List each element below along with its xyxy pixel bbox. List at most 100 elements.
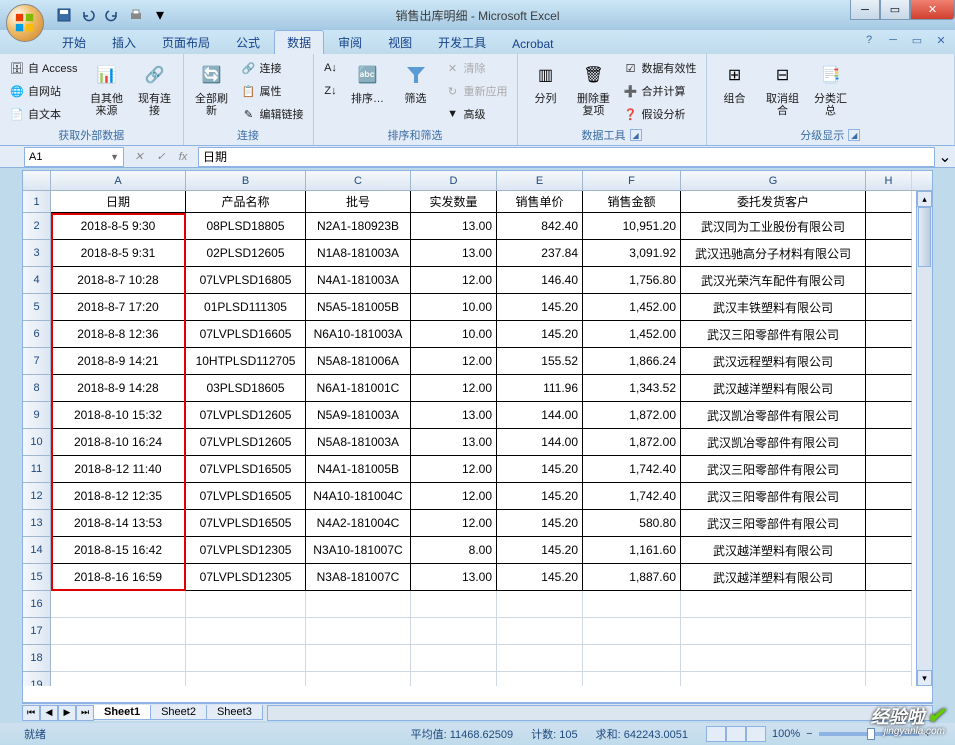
tab-1[interactable]: 插入 bbox=[100, 31, 148, 54]
cell[interactable]: 842.40 bbox=[497, 213, 583, 240]
cell[interactable]: 武汉三阳零部件有限公司 bbox=[681, 321, 866, 348]
grid-body[interactable]: 1日期产品名称批号实发数量销售单价销售金额委托发货客户22018-8-5 9:3… bbox=[23, 191, 916, 686]
cell[interactable] bbox=[51, 618, 186, 645]
horizontal-scrollbar[interactable] bbox=[267, 705, 933, 721]
row-header[interactable]: 17 bbox=[23, 618, 51, 645]
cell[interactable]: 10,951.20 bbox=[583, 213, 681, 240]
minimize-button[interactable]: ─ bbox=[850, 0, 880, 20]
cell[interactable]: 武汉丰铁塑料有限公司 bbox=[681, 294, 866, 321]
cell[interactable]: 1,452.00 bbox=[583, 294, 681, 321]
cell[interactable]: 237.84 bbox=[497, 240, 583, 267]
cell[interactable] bbox=[866, 618, 912, 645]
cell[interactable] bbox=[866, 564, 912, 591]
cell[interactable]: N4A1-181003A bbox=[306, 267, 411, 294]
cell[interactable]: 1,872.00 bbox=[583, 402, 681, 429]
cell[interactable] bbox=[866, 267, 912, 294]
cell[interactable]: 145.20 bbox=[497, 483, 583, 510]
select-all-corner[interactable] bbox=[23, 171, 51, 190]
group-button[interactable]: ⊞组合 bbox=[713, 57, 757, 107]
row-header[interactable]: 2 bbox=[23, 213, 51, 240]
cell[interactable]: 13.00 bbox=[411, 564, 497, 591]
sheet-last-button[interactable]: ⏭ bbox=[76, 705, 94, 721]
filter-button[interactable]: 筛选 bbox=[394, 57, 438, 107]
row-header[interactable]: 6 bbox=[23, 321, 51, 348]
cell[interactable] bbox=[583, 645, 681, 672]
cell[interactable]: 07LVPLSD16605 bbox=[186, 321, 306, 348]
cell[interactable]: 144.00 bbox=[497, 429, 583, 456]
data-tools-launcher[interactable]: ◢ bbox=[630, 129, 642, 141]
maximize-button[interactable]: ▭ bbox=[880, 0, 910, 20]
cell[interactable] bbox=[411, 645, 497, 672]
cell[interactable]: 13.00 bbox=[411, 213, 497, 240]
row-header[interactable]: 13 bbox=[23, 510, 51, 537]
cell[interactable] bbox=[583, 672, 681, 686]
cell[interactable]: 产品名称 bbox=[186, 191, 306, 213]
cell[interactable]: 07LVPLSD12605 bbox=[186, 429, 306, 456]
sort-desc-button[interactable]: Z↓ bbox=[320, 80, 342, 102]
cell[interactable] bbox=[497, 672, 583, 686]
cell[interactable]: 2018-8-7 17:20 bbox=[51, 294, 186, 321]
cell[interactable] bbox=[866, 483, 912, 510]
col-header-A[interactable]: A bbox=[51, 171, 186, 190]
page-layout-view-button[interactable] bbox=[726, 726, 746, 742]
row-header[interactable]: 7 bbox=[23, 348, 51, 375]
name-box[interactable]: A1 ▼ bbox=[24, 147, 124, 167]
row-header[interactable]: 19 bbox=[23, 672, 51, 686]
text-to-columns-button[interactable]: ▥分列 bbox=[524, 57, 568, 107]
from-web-button[interactable]: 🌐自网站 bbox=[6, 80, 81, 102]
normal-view-button[interactable] bbox=[706, 726, 726, 742]
cell[interactable]: 13.00 bbox=[411, 240, 497, 267]
cell[interactable]: 武汉三阳零部件有限公司 bbox=[681, 510, 866, 537]
formula-enter-button[interactable]: ✓ bbox=[152, 148, 170, 166]
cell[interactable]: 07LVPLSD12605 bbox=[186, 402, 306, 429]
cell[interactable]: 2018-8-9 14:21 bbox=[51, 348, 186, 375]
cell[interactable] bbox=[411, 591, 497, 618]
cell[interactable]: 2018-8-5 9:30 bbox=[51, 213, 186, 240]
sheet-first-button[interactable]: ⏮ bbox=[22, 705, 40, 721]
cell[interactable]: 145.20 bbox=[497, 456, 583, 483]
from-access-button[interactable]: 🗄自 Access bbox=[6, 57, 81, 79]
cell[interactable]: 武汉越洋塑料有限公司 bbox=[681, 375, 866, 402]
cell[interactable]: N1A8-181003A bbox=[306, 240, 411, 267]
cell[interactable] bbox=[866, 591, 912, 618]
cell[interactable]: N3A8-181007C bbox=[306, 564, 411, 591]
cell[interactable]: 03PLSD18605 bbox=[186, 375, 306, 402]
name-box-dropdown[interactable]: ▼ bbox=[110, 152, 119, 162]
cell[interactable]: 2018-8-12 12:35 bbox=[51, 483, 186, 510]
cell[interactable]: 2018-8-8 12:36 bbox=[51, 321, 186, 348]
cell[interactable] bbox=[866, 240, 912, 267]
cell[interactable] bbox=[866, 348, 912, 375]
cell[interactable]: 1,452.00 bbox=[583, 321, 681, 348]
cell[interactable] bbox=[306, 645, 411, 672]
cell[interactable]: 委托发货客户 bbox=[681, 191, 866, 213]
doc-restore-button[interactable]: ▭ bbox=[909, 32, 925, 48]
refresh-all-button[interactable]: 🔄全部刷新 bbox=[190, 57, 234, 119]
connections-button[interactable]: 🔗连接 bbox=[238, 57, 307, 79]
cell[interactable]: 12.00 bbox=[411, 348, 497, 375]
cell[interactable] bbox=[186, 672, 306, 686]
cell[interactable]: 1,161.60 bbox=[583, 537, 681, 564]
cell[interactable] bbox=[866, 510, 912, 537]
cell[interactable] bbox=[306, 672, 411, 686]
cell[interactable] bbox=[306, 618, 411, 645]
cell[interactable]: 07LVPLSD12305 bbox=[186, 564, 306, 591]
cell[interactable] bbox=[186, 618, 306, 645]
sheet-tab-Sheet2[interactable]: Sheet2 bbox=[150, 705, 207, 720]
cell[interactable] bbox=[51, 591, 186, 618]
cell[interactable]: N4A2-181004C bbox=[306, 510, 411, 537]
cell[interactable] bbox=[583, 591, 681, 618]
cell[interactable]: 2018-8-16 16:59 bbox=[51, 564, 186, 591]
row-header[interactable]: 16 bbox=[23, 591, 51, 618]
row-header[interactable]: 15 bbox=[23, 564, 51, 591]
properties-button[interactable]: 📋属性 bbox=[238, 80, 307, 102]
cell[interactable] bbox=[866, 375, 912, 402]
row-header[interactable]: 10 bbox=[23, 429, 51, 456]
cell[interactable]: 3,091.92 bbox=[583, 240, 681, 267]
whatif-button[interactable]: ❓假设分析 bbox=[620, 103, 700, 125]
cell[interactable]: N4A10-181004C bbox=[306, 483, 411, 510]
scroll-thumb[interactable] bbox=[918, 207, 931, 267]
cell[interactable]: 武汉光荣汽车配件有限公司 bbox=[681, 267, 866, 294]
cell[interactable] bbox=[866, 294, 912, 321]
cell[interactable] bbox=[186, 591, 306, 618]
formula-input[interactable]: 日期 bbox=[198, 147, 935, 167]
